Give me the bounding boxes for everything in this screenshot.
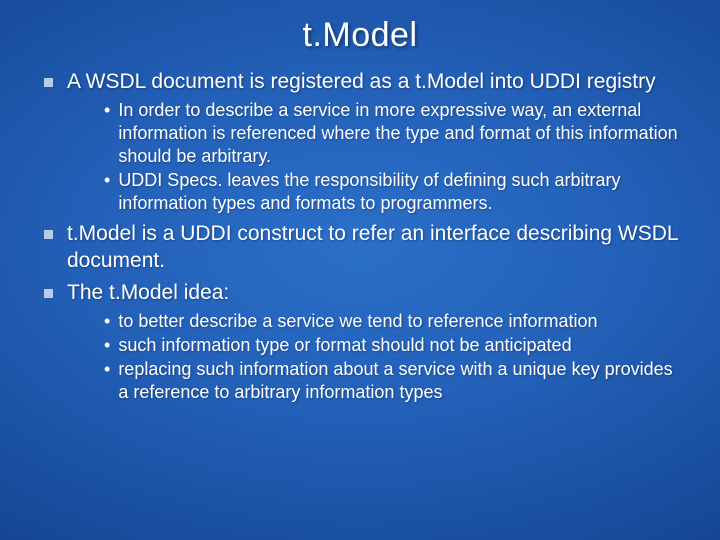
- sub-bullet-item: • UDDI Specs. leaves the responsibility …: [104, 169, 684, 215]
- sub-bullet-item: • In order to describe a service in more…: [104, 99, 684, 168]
- round-bullet-icon: •: [104, 310, 110, 333]
- round-bullet-icon: •: [104, 169, 110, 192]
- bullet-text: A WSDL document is registered as a t.Mod…: [67, 69, 656, 95]
- bullet-text: t.Model is a UDDI construct to refer an …: [67, 221, 684, 274]
- sub-bullet-text: In order to describe a service in more e…: [118, 99, 684, 168]
- sub-bullet-item: • replacing such information about a ser…: [104, 358, 684, 404]
- sub-bullet-text: replacing such information about a servi…: [118, 358, 684, 404]
- slide-content: A WSDL document is registered as a t.Mod…: [0, 69, 720, 404]
- sub-bullet-text: UDDI Specs. leaves the responsibility of…: [118, 169, 684, 215]
- bullet-text: The t.Model idea:: [67, 280, 229, 306]
- sub-bullet-item: • to better describe a service we tend t…: [104, 310, 684, 333]
- round-bullet-icon: •: [104, 358, 110, 381]
- slide: t.Model A WSDL document is registered as…: [0, 0, 720, 540]
- square-bullet-icon: [44, 289, 53, 298]
- round-bullet-icon: •: [104, 99, 110, 122]
- square-bullet-icon: [44, 78, 53, 87]
- round-bullet-icon: •: [104, 334, 110, 357]
- bullet-item: A WSDL document is registered as a t.Mod…: [44, 69, 684, 95]
- sub-bullet-text: such information type or format should n…: [118, 334, 571, 357]
- bullet-item: t.Model is a UDDI construct to refer an …: [44, 221, 684, 274]
- bullet-item: The t.Model idea:: [44, 280, 684, 306]
- sub-list: • In order to describe a service in more…: [104, 99, 684, 215]
- sub-bullet-text: to better describe a service we tend to …: [118, 310, 597, 333]
- square-bullet-icon: [44, 230, 53, 239]
- slide-title: t.Model: [0, 0, 720, 63]
- sub-list: • to better describe a service we tend t…: [104, 310, 684, 404]
- sub-bullet-item: • such information type or format should…: [104, 334, 684, 357]
